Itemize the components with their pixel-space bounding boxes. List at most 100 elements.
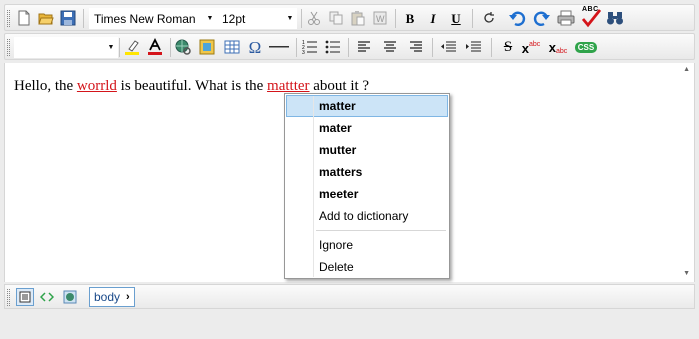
suggestion-item[interactable]: mater <box>286 117 448 139</box>
paste-word-button[interactable]: W <box>370 8 390 28</box>
insert-image-button[interactable] <box>197 37 217 57</box>
toolbar-grip[interactable] <box>7 289 10 306</box>
text-segment: about it ? <box>309 78 370 94</box>
toolbar-separator <box>296 38 297 57</box>
design-view-icon <box>19 291 31 303</box>
ignore-item[interactable]: Ignore <box>286 234 448 256</box>
italic-button[interactable]: I <box>423 8 443 28</box>
undo-button[interactable] <box>507 8 527 28</box>
indent-icon <box>466 41 481 52</box>
status-bar: body › <box>4 284 695 309</box>
highlight-color-button[interactable] <box>122 37 142 57</box>
open-button[interactable] <box>36 8 56 28</box>
svg-text:3: 3 <box>302 50 305 55</box>
underline-button[interactable]: U <box>446 8 466 28</box>
font-color-button[interactable] <box>145 37 165 57</box>
refresh-button[interactable] <box>479 8 499 28</box>
paste-button[interactable] <box>348 8 368 28</box>
scroll-down-arrow-icon[interactable]: ▼ <box>683 270 690 277</box>
superscript-label: abc <box>528 40 541 48</box>
spellcheck-button[interactable]: ABC <box>580 6 602 28</box>
bold-button[interactable]: B <box>400 8 420 28</box>
indent-button[interactable] <box>463 37 483 57</box>
save-disk-icon <box>60 10 76 26</box>
copy-icon <box>329 11 343 25</box>
bullet-list-icon <box>325 40 340 54</box>
suggestion-item[interactable]: matter <box>286 95 448 117</box>
toolbar-grip[interactable] <box>7 10 10 27</box>
binoculars-icon <box>607 12 623 25</box>
toolbar-separator <box>395 9 396 28</box>
suggestion-item[interactable]: mutter <box>286 139 448 161</box>
misspelled-word-selected[interactable]: mattter <box>267 78 309 94</box>
scissors-icon <box>308 11 320 25</box>
subscript-button[interactable]: x abc <box>547 37 569 57</box>
subscript-label: abc <box>555 47 568 55</box>
breadcrumb-label: body <box>94 290 121 304</box>
highlighter-icon <box>125 40 139 55</box>
new-document-icon <box>18 10 30 26</box>
strikethrough-button[interactable]: S <box>498 37 518 57</box>
toolbar-grip[interactable] <box>7 39 10 56</box>
misspelled-word[interactable]: worrld <box>77 78 117 94</box>
font-family-select[interactable]: Times New Roman ▼ <box>89 8 217 29</box>
copy-button[interactable] <box>326 8 346 28</box>
suggestion-item[interactable]: meeter <box>286 183 448 205</box>
align-right-icon <box>410 41 422 52</box>
toolbar-separator <box>301 9 302 28</box>
scroll-up-arrow-icon[interactable]: ▲ <box>683 66 690 73</box>
design-view-button[interactable] <box>16 288 34 306</box>
delete-item[interactable]: Delete <box>286 256 448 278</box>
code-view-button[interactable] <box>38 288 56 306</box>
cut-button[interactable] <box>304 8 324 28</box>
numbered-list-button[interactable]: 123 <box>300 37 320 57</box>
outdent-button[interactable] <box>438 37 458 57</box>
horizontal-rule-button[interactable] <box>267 37 291 57</box>
font-family-value: Times New Roman <box>94 11 196 26</box>
chevron-down-icon: ▼ <box>206 15 214 22</box>
font-size-select[interactable]: 12pt ▼ <box>217 8 297 29</box>
insert-link-button[interactable] <box>173 37 193 57</box>
printer-icon <box>557 10 575 26</box>
text-segment: is beautiful. What is the <box>116 78 268 94</box>
suggestion-item[interactable]: matters <box>286 161 448 183</box>
align-center-icon <box>384 41 396 52</box>
save-button[interactable] <box>58 8 78 28</box>
align-right-button[interactable] <box>406 37 426 57</box>
redo-button[interactable] <box>532 8 552 28</box>
menu-gutter <box>313 96 314 277</box>
print-button[interactable] <box>556 8 576 28</box>
new-document-button[interactable] <box>14 8 34 28</box>
insert-symbol-button[interactable]: Ω <box>245 37 265 57</box>
breadcrumb-body[interactable]: body › <box>89 287 135 307</box>
superscript-button[interactable]: x abc <box>520 37 542 57</box>
font-size-value: 12pt <box>222 11 246 26</box>
x-glyph: x <box>548 39 556 55</box>
font-color-icon <box>148 38 162 55</box>
toolbar-separator <box>170 38 171 57</box>
chevron-down-icon: ▼ <box>286 15 294 22</box>
spellcheck-context-menu: matter mater mutter matters meeter Add t… <box>284 93 450 279</box>
text-segment: Hello, the <box>14 78 77 94</box>
find-button[interactable] <box>605 8 625 28</box>
insert-table-button[interactable] <box>222 37 242 57</box>
bullet-list-button[interactable] <box>323 37 343 57</box>
css-button[interactable]: CSS <box>574 37 598 57</box>
code-brackets-icon <box>40 292 54 302</box>
preview-button[interactable] <box>61 288 79 306</box>
align-left-icon <box>358 41 370 52</box>
undo-icon <box>509 11 526 26</box>
svg-text:W: W <box>376 14 385 24</box>
align-center-button[interactable] <box>380 37 400 57</box>
align-left-button[interactable] <box>354 37 374 57</box>
paragraph-style-select[interactable]: ▼ <box>14 37 118 58</box>
horizontal-line-icon <box>269 46 289 48</box>
redo-icon <box>533 11 550 26</box>
css-badge: CSS <box>574 41 598 53</box>
link-globe-icon <box>175 39 191 55</box>
toolbar-separator <box>432 38 433 57</box>
x-glyph: x <box>521 41 529 56</box>
paste-clipboard-icon <box>351 11 365 26</box>
add-to-dictionary-item[interactable]: Add to dictionary <box>286 205 448 227</box>
chevron-right-icon: › <box>126 291 130 303</box>
